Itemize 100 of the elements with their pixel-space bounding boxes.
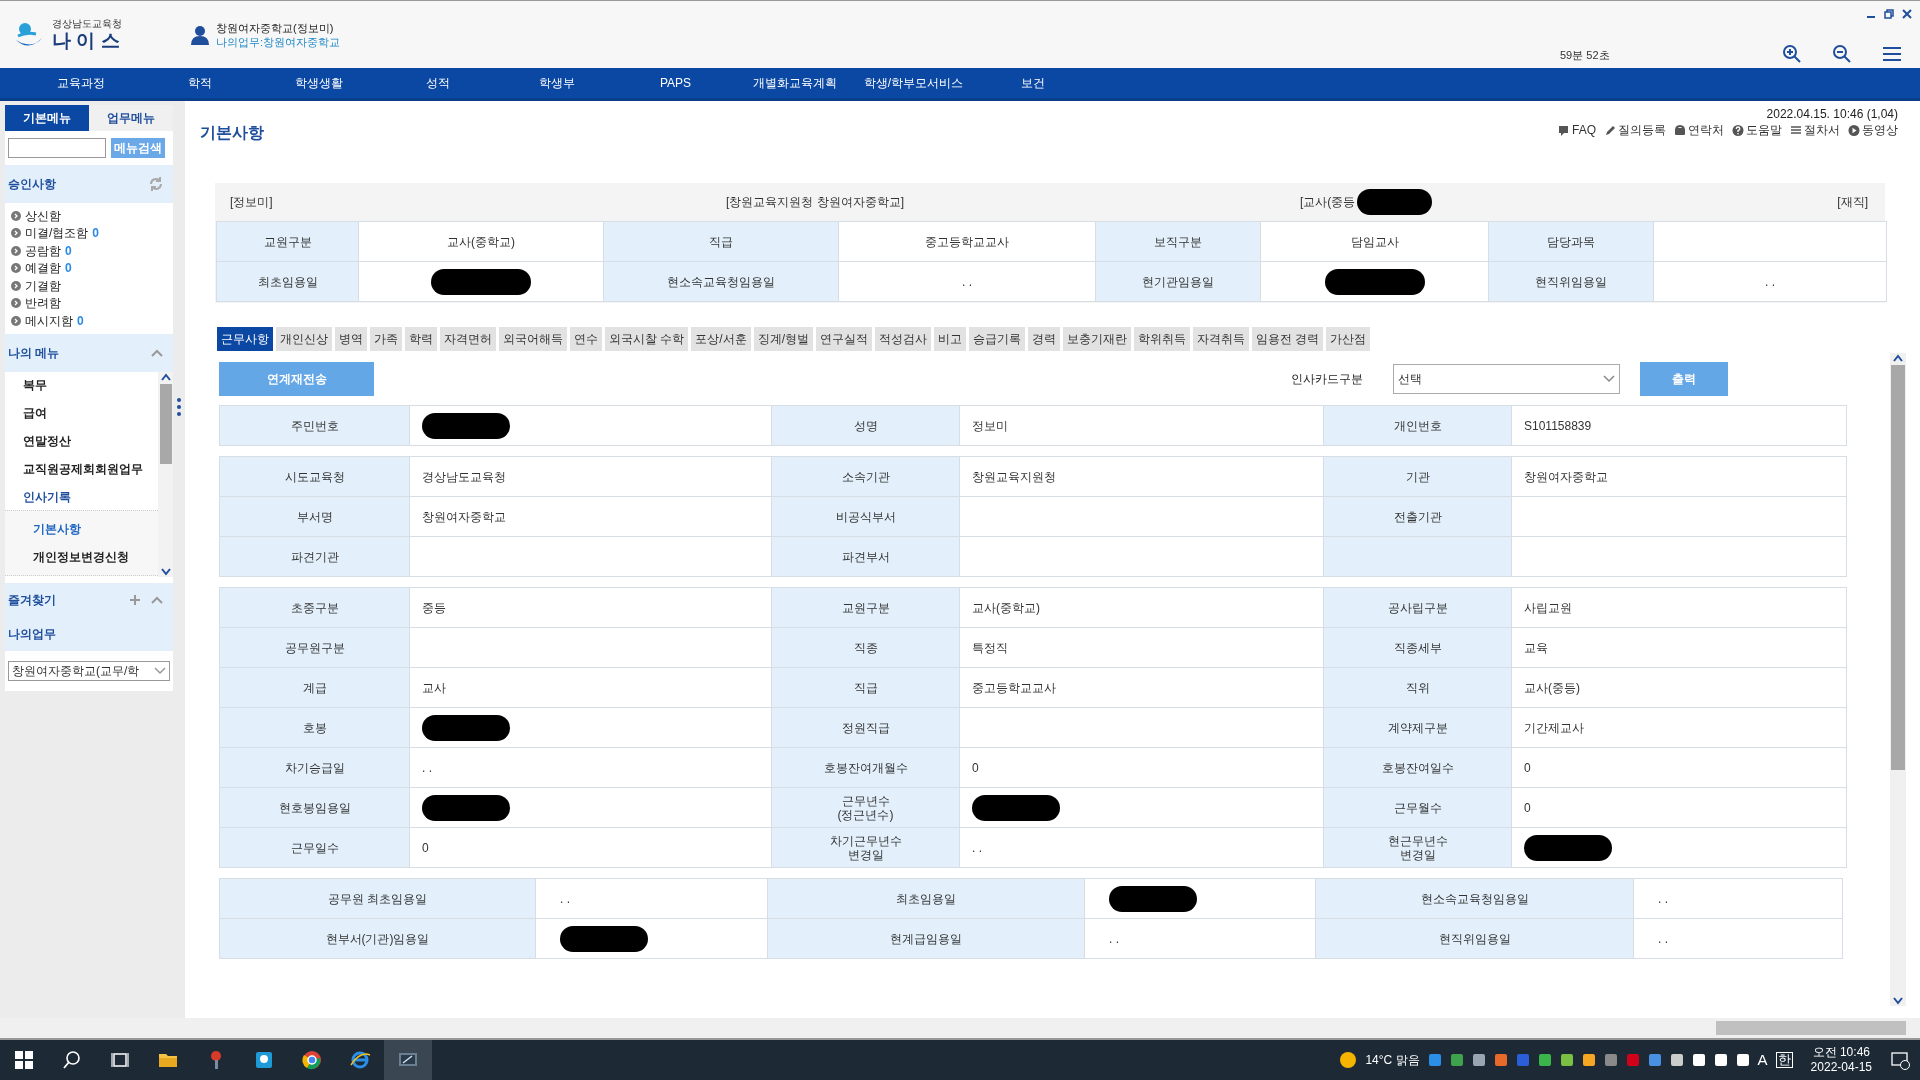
record-tab[interactable]: 연구실적 [816, 327, 873, 351]
record-tab[interactable]: 가족 [370, 327, 402, 351]
approval-item[interactable]: 메시지함 [25, 311, 73, 330]
field-label: 현소속교육청임용일 [1315, 878, 1634, 919]
approval-title[interactable]: 승인사항 [8, 175, 56, 193]
windows-icon[interactable] [13, 1049, 35, 1071]
approval-item[interactable]: 반려함 [25, 294, 61, 313]
tray-icon[interactable] [1735, 1053, 1750, 1067]
browser-icon[interactable] [349, 1049, 371, 1071]
nav-item[interactable]: 교육과정 [21, 74, 140, 92]
tray-icon[interactable] [1691, 1053, 1706, 1067]
submenu-item[interactable]: 개인정보변경신청 [5, 543, 158, 572]
sidebar-tab[interactable]: 기본메뉴 [5, 105, 89, 131]
weather-text: 14°C 맑음 [1365, 1052, 1420, 1069]
header-link[interactable]: 연락처 [1688, 121, 1724, 139]
close-icon[interactable] [1902, 9, 1912, 19]
header-link[interactable]: FAQ [1572, 121, 1596, 139]
nav-item[interactable]: 성적 [378, 74, 497, 92]
approval-item[interactable]: 미결/협조함 [25, 224, 89, 243]
app-icon[interactable] [253, 1049, 275, 1071]
record-tab[interactable]: 보충기재란 [1063, 327, 1132, 351]
chevron-circle-icon [11, 245, 21, 256]
chevron-circle-icon [11, 298, 21, 309]
restore-icon[interactable] [1884, 9, 1894, 19]
tray-icon[interactable] [1471, 1053, 1486, 1067]
clock-time[interactable]: 오전 10:46 [1812, 1045, 1870, 1060]
record-tab[interactable]: 연수 [570, 327, 602, 351]
duty-link[interactable]: 나의업무:창원여자중학교 [216, 34, 341, 49]
search-icon[interactable] [61, 1049, 83, 1071]
field-label: 최초임용일 [767, 878, 1085, 919]
record-tab[interactable]: 병역 [335, 327, 367, 351]
tray-icon[interactable] [1713, 1053, 1728, 1067]
record-tab[interactable]: 개인신상 [276, 327, 332, 351]
play-icon [1848, 123, 1860, 137]
nav-item[interactable]: 학생/학부모서비스 [854, 74, 973, 92]
record-tab[interactable]: 외국어해득 [499, 327, 567, 351]
tray-icon[interactable] [1669, 1053, 1684, 1067]
nav-item[interactable]: 학생부 [497, 74, 616, 92]
menu-icon[interactable] [1882, 46, 1902, 62]
tray-icon[interactable] [1581, 1053, 1596, 1067]
zoom-out-icon[interactable] [1832, 44, 1852, 64]
notification-icon[interactable] [1890, 1050, 1910, 1070]
my-work-title[interactable]: 나의업무 [5, 616, 173, 651]
clock-date[interactable]: 2022-04-15 [1810, 1060, 1872, 1075]
nav-item[interactable]: PAPS [616, 74, 735, 92]
my-menu-title[interactable]: 나의 메뉴 [8, 343, 60, 362]
zoom-in-icon[interactable] [1782, 44, 1802, 64]
work-select[interactable]: 창원여자중학교(교무/학 [8, 660, 170, 681]
record-tab[interactable]: 가산점 [1326, 327, 1371, 351]
horizontal-scrollbar[interactable] [0, 1018, 1920, 1040]
record-tab[interactable]: 비고 [934, 327, 967, 351]
submenu-item[interactable]: 기본사항 [5, 515, 158, 544]
record-tab[interactable]: 근무사항 [217, 327, 273, 351]
field-label: 직위 [1323, 667, 1512, 708]
nav-item[interactable]: 학적 [140, 74, 259, 92]
approval-item[interactable]: 공람함 [25, 241, 61, 260]
field-value: S101158839 [1511, 405, 1847, 446]
favorites-title[interactable]: 즐겨찾기 [8, 590, 56, 609]
menu-item[interactable]: 복무 [5, 371, 158, 400]
record-tab[interactable]: 적성검사 [875, 327, 932, 351]
record-tab[interactable]: 포상/서훈 [691, 327, 751, 351]
field-value: . . [535, 878, 768, 919]
approval-item[interactable]: 상신함 [25, 206, 61, 225]
chevron-circle-icon [11, 210, 21, 221]
card-type-select[interactable]: 선택 [1393, 364, 1620, 394]
menu-search-field[interactable] [8, 138, 106, 158]
record-tab[interactable]: 외국시찰 수학 [605, 327, 689, 351]
tray-icon[interactable] [1559, 1053, 1574, 1067]
header-link[interactable]: 질의등록 [1618, 121, 1666, 139]
field-value: 교사 [409, 667, 772, 708]
header-link[interactable]: 동영상 [1862, 121, 1898, 139]
field-label: 근무일수 [219, 827, 410, 868]
record-tab[interactable]: 자격면허 [440, 327, 496, 351]
scrollbar[interactable] [158, 371, 173, 577]
approval-item[interactable]: 기결함 [25, 276, 61, 295]
input-mode-text[interactable]: A [1757, 1048, 1768, 1072]
nav-item[interactable]: 개별화교육계획 [735, 74, 854, 92]
record-tab[interactable]: 자격취득 [1193, 327, 1250, 351]
record-tab[interactable]: 징계/형벌 [753, 327, 814, 351]
splitter-handle-icon[interactable] [177, 398, 181, 416]
record-tab[interactable]: 승급기록 [969, 327, 1026, 351]
menu-item[interactable]: 교직원공제회회원업무 [5, 454, 158, 483]
chrome-icon[interactable] [301, 1049, 323, 1071]
menu-item[interactable]: 급여 [5, 399, 158, 428]
record-tab[interactable]: 학위취득 [1134, 327, 1191, 351]
field-value: . . [1633, 918, 1843, 959]
scrollbar[interactable] [1890, 353, 1906, 1006]
record-tab[interactable]: 학력 [405, 327, 437, 351]
record-tab[interactable]: 경력 [1028, 327, 1061, 351]
header-link[interactable]: 도움말 [1746, 121, 1782, 139]
ime-indicator[interactable]: 한 [1775, 1052, 1793, 1068]
nav-item[interactable]: 학생생활 [259, 74, 378, 92]
menu-item[interactable]: 인사기록 [5, 482, 158, 511]
sidebar-tab[interactable]: 업무메뉴 [89, 105, 173, 131]
nav-item[interactable]: 보건 [973, 74, 1092, 92]
header-link[interactable]: 절차서 [1804, 121, 1840, 139]
field-label: 정원직급 [771, 707, 960, 748]
approval-item[interactable]: 예결함 [25, 259, 61, 278]
record-tab[interactable]: 임용전 경력 [1252, 327, 1324, 351]
menu-item[interactable]: 연말정산 [5, 427, 158, 455]
